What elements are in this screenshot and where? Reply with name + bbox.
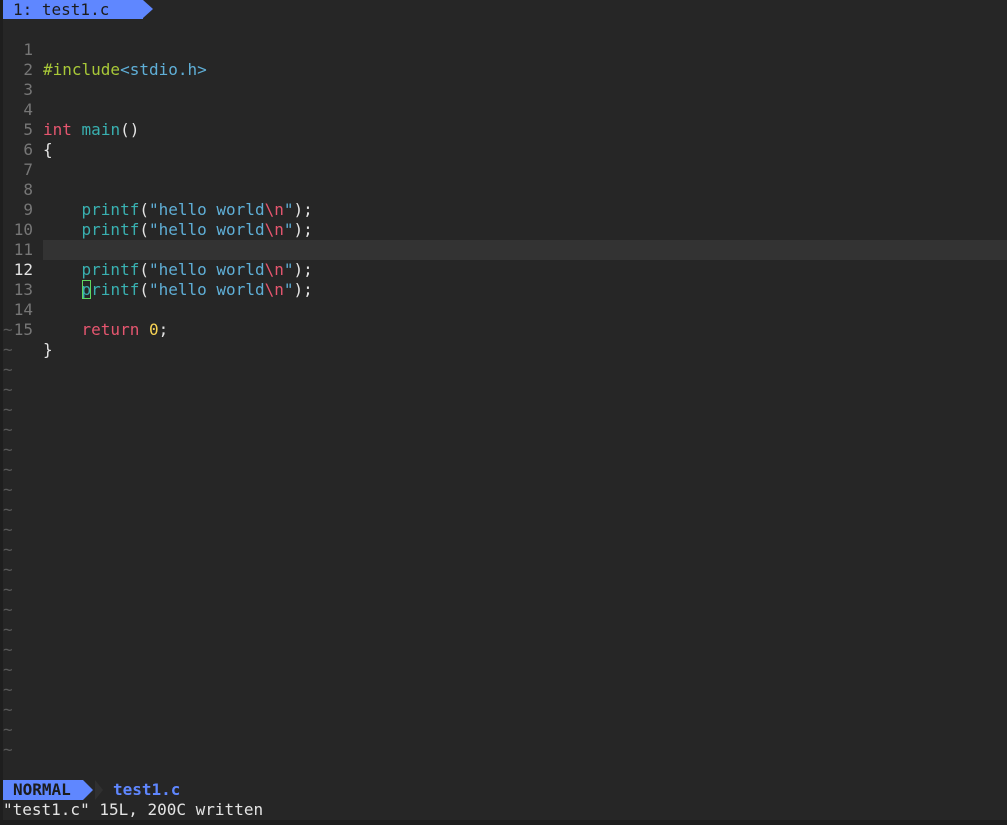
tab-test1-c[interactable]: 1: test1.c	[3, 0, 143, 19]
code-line[interactable]: 14 return 0;	[3, 280, 1007, 339]
empty-line: ~	[3, 720, 1007, 740]
empty-line: ~	[3, 360, 1007, 380]
tab-arrow-icon	[143, 0, 153, 18]
code-line-current[interactable]: 12 printf("hello world\n");	[3, 240, 1007, 299]
empty-line: ~	[3, 500, 1007, 520]
empty-line: ~	[3, 340, 1007, 360]
tilde-marker: ~	[3, 680, 13, 699]
tilde-marker: ~	[3, 620, 13, 639]
tilde-marker: ~	[3, 400, 13, 419]
statusline: NORMAL test1.c	[3, 780, 1007, 800]
tilde-marker: ~	[3, 740, 13, 759]
empty-line: ~	[3, 320, 1007, 340]
empty-line: ~	[3, 440, 1007, 460]
editor-buffer[interactable]: 1 #include<stdio.h> 2 3 4 int main() 5 {…	[3, 20, 1007, 780]
tilde-marker: ~	[3, 500, 13, 519]
tilde-marker: ~	[3, 720, 13, 739]
tilde-marker: ~	[3, 460, 13, 479]
code-line[interactable]: 1 #include<stdio.h>	[3, 20, 1007, 79]
tilde-marker: ~	[3, 580, 13, 599]
empty-line: ~	[3, 480, 1007, 500]
tilde-marker: ~	[3, 480, 13, 499]
tilde-marker: ~	[3, 440, 13, 459]
separator-arrow-icon	[95, 780, 103, 800]
empty-line: ~	[3, 380, 1007, 400]
code-line[interactable]: 7	[3, 140, 1007, 179]
empty-line: ~	[3, 520, 1007, 540]
tilde-marker: ~	[3, 640, 13, 659]
code-line[interactable]: 10 printf("hello world\n");	[3, 200, 1007, 259]
empty-line: ~	[3, 540, 1007, 560]
status-filename: test1.c	[113, 780, 181, 799]
empty-line: ~	[3, 460, 1007, 480]
empty-line: ~	[3, 680, 1007, 700]
tabline: 1: test1.c	[3, 0, 1007, 20]
tilde-marker: ~	[3, 360, 13, 379]
tilde-marker: ~	[3, 420, 13, 439]
code-line[interactable]: 11 printf("hello world\n");	[3, 220, 1007, 279]
tilde-marker: ~	[3, 540, 13, 559]
code-line[interactable]: 6	[3, 120, 1007, 159]
empty-line: ~	[3, 400, 1007, 420]
empty-line: ~	[3, 580, 1007, 600]
empty-line: ~	[3, 640, 1007, 660]
code-line[interactable]: 15 }	[3, 300, 1007, 359]
code-line[interactable]: 3	[3, 60, 1007, 99]
tilde-marker: ~	[3, 660, 13, 679]
mode-indicator: NORMAL	[3, 780, 83, 800]
empty-line: ~	[3, 620, 1007, 640]
code-line[interactable]: 4 int main()	[3, 80, 1007, 139]
code-line[interactable]: 2	[3, 40, 1007, 79]
empty-line: ~	[3, 600, 1007, 620]
tilde-marker: ~	[3, 560, 13, 579]
mode-arrow-icon	[83, 780, 93, 800]
empty-line: ~	[3, 660, 1007, 680]
tilde-marker: ~	[3, 700, 13, 719]
empty-line: ~	[3, 740, 1007, 760]
code-line[interactable]: 9 printf("hello world\n");	[3, 180, 1007, 239]
empty-line: ~	[3, 560, 1007, 580]
vim-terminal[interactable]: 1: test1.c 1 #include<stdio.h> 2 3 4 int…	[3, 0, 1007, 820]
code-line[interactable]: 13	[3, 260, 1007, 299]
empty-line: ~	[3, 420, 1007, 440]
tilde-marker: ~	[3, 380, 13, 399]
tilde-marker: ~	[3, 600, 13, 619]
empty-line: ~	[3, 700, 1007, 720]
tilde-marker: ~	[3, 520, 13, 539]
command-line[interactable]: "test1.c" 15L, 200C written	[3, 800, 1007, 820]
tilde-marker: ~	[3, 320, 13, 339]
code-line[interactable]: 8 printf("hello world\n");	[3, 160, 1007, 219]
tilde-marker: ~	[3, 340, 13, 359]
code-line[interactable]: 5 {	[3, 100, 1007, 159]
